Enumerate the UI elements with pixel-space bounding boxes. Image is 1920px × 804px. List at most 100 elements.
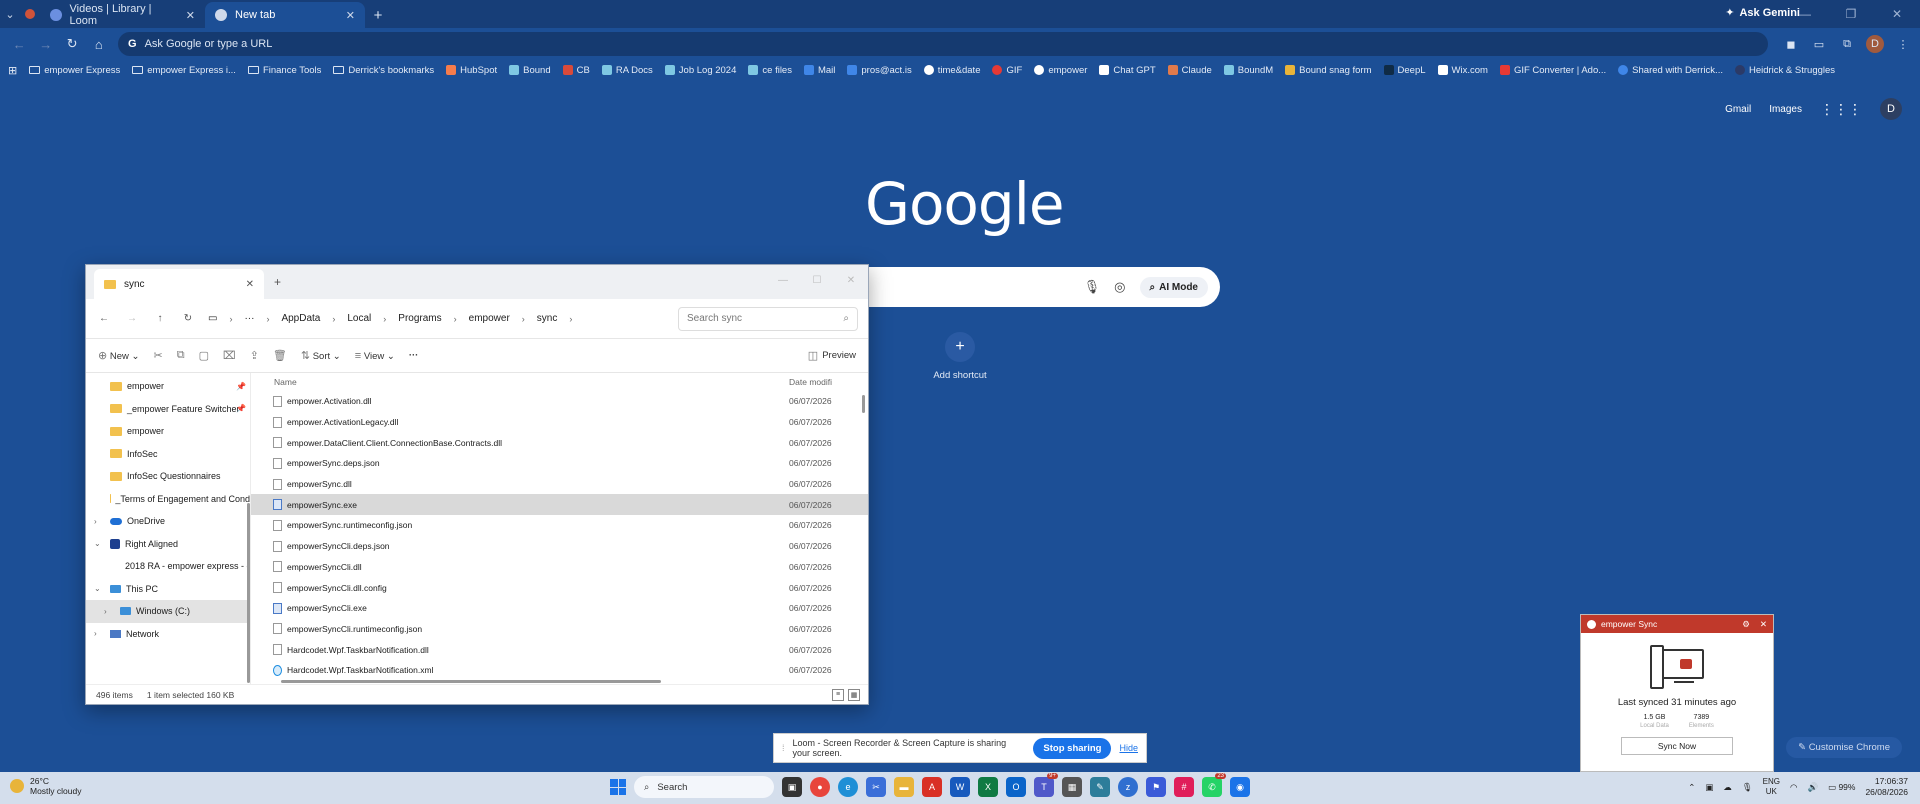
task-view-icon[interactable]: ▣ <box>782 777 802 797</box>
vertical-scrollbar[interactable] <box>862 395 865 413</box>
ai-mode-button[interactable]: ⌕ AI Mode <box>1139 276 1208 298</box>
bookmark-item[interactable]: Finance Tools <box>247 65 321 76</box>
snipping-icon[interactable]: ✂ <box>866 777 886 797</box>
bookmark-item[interactable]: empower <box>1034 65 1087 76</box>
close-icon[interactable]: ✕ <box>186 9 195 22</box>
bookmark-item[interactable]: BoundM <box>1223 65 1273 76</box>
close-window-button[interactable]: ✕ <box>834 265 868 295</box>
bookmark-item[interactable]: GIF Converter | Ado... <box>1499 65 1606 76</box>
microphone-icon[interactable]: 🎙 <box>1742 782 1753 793</box>
volume-icon[interactable]: 🔊 <box>1807 782 1818 793</box>
file-row[interactable]: empowerSyncCli.dll 06/07/2026 <box>251 557 868 578</box>
bookmark-item[interactable]: Bound <box>509 65 551 76</box>
address-bar[interactable]: G Ask Google or type a URL <box>118 32 1768 56</box>
home-button[interactable]: ⌂ <box>88 31 111 57</box>
nav-item[interactable]: 2018 RA - empower express - en <box>86 555 250 578</box>
breadcrumb-item[interactable]: empower <box>469 313 510 324</box>
profile-avatar[interactable]: D <box>1866 35 1884 53</box>
bookmark-item[interactable]: Heidrick & Struggles <box>1734 65 1835 76</box>
flag-app-icon[interactable]: ⚑ <box>1146 777 1166 797</box>
delete-icon[interactable]: 🗑 <box>273 349 287 362</box>
file-explorer-icon[interactable]: ▬ <box>894 777 914 797</box>
bookmark-item[interactable]: HubSpot <box>446 65 497 76</box>
close-icon[interactable]: ✕ <box>1760 619 1767 630</box>
extensions-puzzle-icon[interactable]: ⧉ <box>1838 35 1856 53</box>
chevron-up-icon[interactable]: ⌃ <box>1688 782 1695 793</box>
acrobat-icon[interactable]: A <box>922 777 942 797</box>
chrome-icon[interactable]: ● <box>810 777 830 797</box>
bookmark-item[interactable]: CB <box>562 65 590 76</box>
whatsapp-icon[interactable]: ✆ 23 <box>1202 773 1226 797</box>
breadcrumb-item[interactable]: sync <box>537 313 558 324</box>
close-icon[interactable]: ✕ <box>346 9 355 22</box>
file-row[interactable]: empowerSync.deps.json 06/07/2026 <box>251 453 868 474</box>
images-link[interactable]: Images <box>1769 104 1802 115</box>
wifi-icon[interactable]: ◠ <box>1790 782 1797 793</box>
sync-now-button[interactable]: Sync Now <box>1621 737 1733 755</box>
file-row[interactable]: empowerSync.runtimeconfig.json 06/07/2026 <box>251 515 868 536</box>
nav-item[interactable]: _empower Feature Switcher 📌 <box>86 398 250 421</box>
taskbar-search[interactable]: ⌕ Search <box>634 776 774 798</box>
bookmark-item[interactable]: ce files <box>748 65 792 76</box>
new-tab-button[interactable]: + <box>274 275 281 289</box>
drag-handle-icon[interactable]: ⁞ <box>782 743 785 753</box>
bookmark-item[interactable]: DeepL <box>1383 65 1426 76</box>
language-indicator[interactable]: ENG UK <box>1763 777 1780 797</box>
preview-button[interactable]: ◫ Preview <box>808 349 856 362</box>
nav-item[interactable]: InfoSec Questionnaires <box>86 465 250 488</box>
details-view-icon[interactable]: ≡ <box>832 688 844 701</box>
bookmark-item[interactable]: empower Express <box>29 65 120 76</box>
outlook-icon[interactable]: O <box>1006 777 1026 797</box>
bookmark-item[interactable]: time&date <box>923 65 980 76</box>
microphone-icon[interactable]: 🎙 <box>1084 279 1101 295</box>
maximize-button[interactable]: ☐ <box>800 265 834 295</box>
minimize-button[interactable]: — <box>766 265 800 295</box>
search-input[interactable]: Search sync ⌕ <box>678 306 858 331</box>
refresh-button[interactable]: ↻ <box>180 313 196 324</box>
bookmark-item[interactable]: empower Express i... <box>132 65 236 76</box>
file-row[interactable]: Hardcodet.Wpf.TaskbarNotification.dll 06/… <box>251 639 868 660</box>
file-row[interactable]: empowerSyncCli.deps.json 06/07/2026 <box>251 536 868 557</box>
vertical-scrollbar[interactable] <box>247 503 250 683</box>
battery-indicator[interactable]: ▭ 99% <box>1828 782 1855 793</box>
breadcrumb-item[interactable]: Programs <box>398 313 441 324</box>
stop-sharing-button[interactable]: Stop sharing <box>1033 737 1112 759</box>
add-shortcut[interactable]: + Add shortcut <box>930 332 990 381</box>
reload-button[interactable]: ↻ <box>61 31 84 57</box>
bookmark-item[interactable]: RA Docs <box>601 65 653 76</box>
view-button[interactable]: ≡ View ⌄ <box>355 350 395 362</box>
bookmark-item[interactable]: Job Log 2024 <box>664 65 736 76</box>
close-icon[interactable]: ✕ <box>246 279 254 290</box>
chevron-down-icon[interactable]: ⌄ <box>94 584 101 593</box>
onedrive-cloud-icon[interactable]: ☁ <box>1723 782 1732 793</box>
google-apps-icon[interactable]: ⋮⋮⋮ <box>1820 101 1862 118</box>
horizontal-scrollbar[interactable] <box>281 680 661 683</box>
file-row[interactable]: empowerSync.exe 06/07/2026 <box>251 494 868 516</box>
sort-button[interactable]: ⇅ Sort ⌄ <box>301 349 341 362</box>
nav-item[interactable]: empower <box>86 420 250 443</box>
close-window-button[interactable]: ✕ <box>1874 0 1920 28</box>
nav-item[interactable]: › Windows (C:) <box>86 600 250 623</box>
paste-icon[interactable]: ▢ <box>199 349 209 362</box>
bookmark-item[interactable]: GIF <box>992 65 1022 76</box>
file-row[interactable]: empowerSyncCli.runtimeconfig.json 06/07/2… <box>251 619 868 640</box>
calculator-icon[interactable]: ▦ <box>1062 777 1082 797</box>
bookmark-item[interactable]: Chat GPT <box>1099 65 1156 76</box>
nav-item[interactable]: _Terms of Engagement and Cond <box>86 488 250 511</box>
file-row[interactable]: empower.DataClient.Client.ConnectionBase… <box>251 432 868 453</box>
file-row[interactable]: empower.ActivationLegacy.dll 06/07/2026 <box>251 412 868 433</box>
nav-item[interactable]: empower 📌 <box>86 375 250 398</box>
customise-chrome-button[interactable]: ✎ Customise Chrome <box>1786 737 1902 758</box>
notepad-icon[interactable]: ✎ <box>1090 777 1110 797</box>
excel-icon[interactable]: X <box>978 777 998 797</box>
teams-icon[interactable]: T 9+ <box>1034 773 1058 797</box>
file-row[interactable]: empowerSyncCli.dll.config 06/07/2026 <box>251 577 868 598</box>
cast-icon[interactable]: ▭ <box>1810 35 1828 53</box>
slack-icon[interactable]: # <box>1174 777 1194 797</box>
chevron-right-icon[interactable]: › <box>94 517 97 526</box>
nav-item[interactable]: ⌄ This PC <box>86 578 250 601</box>
chevron-down-icon[interactable]: ⌄ <box>94 539 101 548</box>
hide-link[interactable]: Hide <box>1119 743 1138 753</box>
nav-item[interactable]: › Network <box>86 623 250 646</box>
file-row[interactable]: empowerSync.dll 06/07/2026 <box>251 474 868 495</box>
